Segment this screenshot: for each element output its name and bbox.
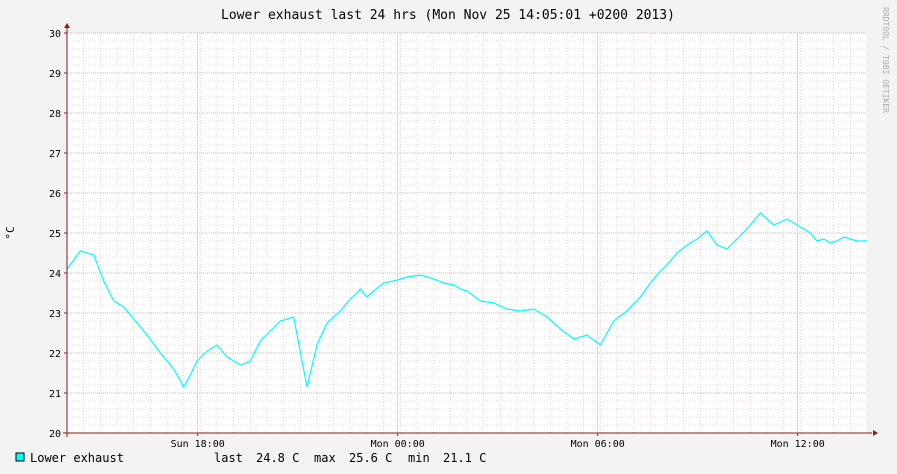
y-tick-label: 26	[49, 189, 61, 200]
y-tick-label: 24	[49, 269, 61, 280]
y-tick-label: 29	[49, 69, 61, 80]
y-axis-arrow	[64, 23, 70, 28]
chart-title: Lower exhaust last 24 hrs (Mon Nov 25 14…	[221, 8, 675, 23]
x-tick-label: Mon 12:00	[771, 439, 825, 450]
y-tick-label: 23	[49, 309, 61, 320]
x-tick-label: Sun 18:00	[171, 439, 225, 450]
legend-last-value: 24.8 C	[256, 451, 299, 465]
y-tick-label: 25	[49, 229, 61, 240]
x-tick-label: Mon 06:00	[571, 439, 625, 450]
y-axis-label: °C	[4, 226, 17, 239]
y-tick-label: 28	[49, 109, 61, 120]
x-axis-arrow	[873, 430, 878, 436]
legend-min-value: 21.1 C	[443, 451, 486, 465]
legend-min-label: min	[408, 451, 430, 465]
legend-max-value: 25.6 C	[349, 451, 392, 465]
y-tick-label: 30	[49, 29, 61, 40]
legend-max-label: max	[314, 451, 336, 465]
watermark: RRDTOOL / TOBI OETIKER	[881, 7, 890, 113]
legend-last-label: last	[214, 451, 243, 465]
chart: 20 21 22 23 24 25 26 27 28 29 30 Sun 18:00 Mon 00:0…	[4, 7, 890, 465]
y-tick-label: 21	[49, 389, 61, 400]
x-tick-label: Mon 00:00	[371, 439, 425, 450]
x-axis-ticks: Sun 18:00 Mon 00:00 Mon 06:00 Mon 12:00	[171, 433, 825, 450]
y-tick-label: 27	[49, 149, 61, 160]
y-tick-label: 22	[49, 349, 61, 360]
legend-label: Lower exhaust	[30, 451, 124, 465]
y-axis-ticks: 20 21 22 23 24 25 26 27 28 29 30	[49, 29, 67, 440]
y-tick-label: 20	[49, 429, 61, 440]
legend-swatch	[15, 452, 25, 462]
